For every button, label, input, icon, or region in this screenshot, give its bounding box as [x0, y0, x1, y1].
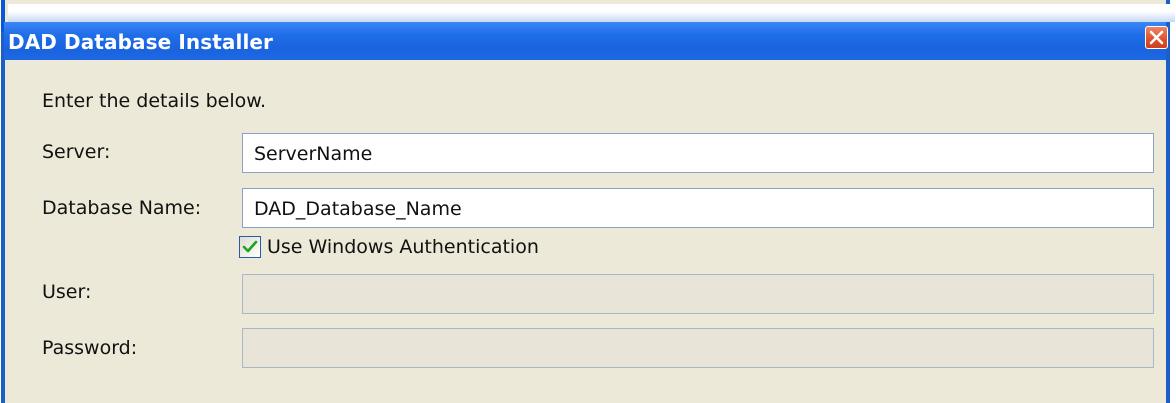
- password-input[interactable]: [242, 328, 1154, 368]
- windows-auth-checkbox[interactable]: [239, 236, 261, 258]
- user-input[interactable]: [242, 274, 1154, 314]
- database-name-label: Database Name:: [42, 197, 202, 219]
- checkmark-icon: [242, 240, 258, 253]
- user-label: User:: [42, 281, 92, 303]
- windows-auth-label[interactable]: Use Windows Authentication: [267, 236, 539, 258]
- server-label: Server:: [42, 141, 111, 163]
- database-name-input-value: DAD_Database_Name: [254, 198, 462, 220]
- form-body: Enter the details below. Server: ServerN…: [0, 0, 1176, 403]
- database-name-input[interactable]: DAD_Database_Name: [242, 188, 1154, 228]
- instruction-text: Enter the details below.: [42, 90, 267, 112]
- server-input[interactable]: ServerName: [242, 133, 1154, 173]
- password-label: Password:: [42, 337, 138, 359]
- server-input-value: ServerName: [254, 143, 373, 165]
